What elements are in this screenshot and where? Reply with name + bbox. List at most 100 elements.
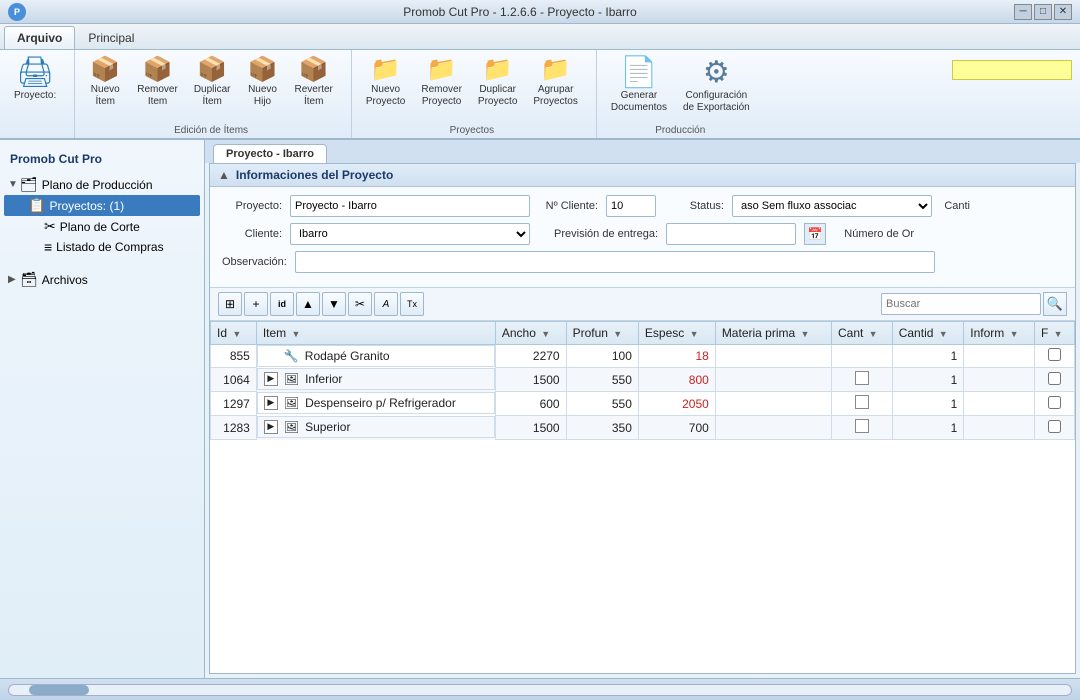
tb-cut-button[interactable]: ✂: [348, 292, 372, 316]
duplicar-item-button[interactable]: 📦 DuplicarÍtem: [188, 54, 237, 112]
reverter-item-button[interactable]: 📦 ReverterÍtem: [289, 54, 339, 112]
proyectos-icon: 📋: [28, 197, 45, 214]
cliente-select-wrapper: Ibarro: [290, 223, 530, 245]
imprimir-button[interactable]: 🖨 Proyecto:: [8, 54, 62, 106]
cant-checkbox[interactable]: [855, 419, 869, 433]
cliente-select[interactable]: Ibarro: [290, 223, 530, 245]
tb-copy-button[interactable]: A: [374, 292, 398, 316]
agrupar-proyectos-button[interactable]: 📁 AgruparProyectos: [527, 54, 583, 112]
table-row[interactable]: 1064▶🖼Inferior15005508001: [211, 368, 1075, 392]
col-cantid: Cantid ▼: [892, 322, 964, 345]
configuracion-exportacion-button[interactable]: ⚙ Configuraciónde Exportación: [677, 54, 756, 118]
sidebar-item-archivos[interactable]: ▶ 🗃 Archivos: [4, 269, 200, 290]
duplicar-item-icon: 📦: [197, 58, 227, 82]
cant-filter-icon[interactable]: ▼: [869, 329, 878, 339]
f-checkbox[interactable]: [1048, 348, 1061, 361]
menu-tab-arquivo[interactable]: Arquivo: [4, 26, 75, 49]
form-row-cliente: Cliente: Ibarro Previsión de entrega: 📅 …: [222, 223, 1063, 245]
table-row[interactable]: 855🔧Rodapé Granito2270100181: [211, 345, 1075, 368]
sidebar-item-plano-corte[interactable]: ✂ Plano de Corte: [4, 216, 200, 237]
plano-produccion-arrow: ▼: [8, 179, 20, 190]
nuevo-hijo-button[interactable]: 📦 NuevoHijo: [241, 54, 285, 112]
tb-paste-button[interactable]: Tx: [400, 292, 424, 316]
remover-item-button[interactable]: 📦 RemoverItem: [131, 54, 184, 112]
item-icon: 🖼: [284, 420, 299, 434]
plano-produccion-label: Plano de Producción: [42, 178, 153, 192]
prevision-date-button[interactable]: 📅: [804, 223, 826, 245]
tb-add-button[interactable]: +: [244, 292, 268, 316]
tb-down-button[interactable]: ▼: [322, 292, 346, 316]
generar-documentos-button[interactable]: 📄 GenerarDocumentos: [605, 54, 673, 118]
generar-documentos-label: GenerarDocumentos: [611, 90, 667, 114]
cell-item: 🔧Rodapé Granito: [257, 345, 495, 367]
doc-tab-proyecto[interactable]: Proyecto - Ibarro: [213, 144, 327, 163]
prevision-input[interactable]: [666, 223, 796, 245]
horizontal-scrollbar[interactable]: [8, 684, 1072, 696]
item-label: Despenseiro p/ Refrigerador: [305, 396, 456, 410]
expand-button[interactable]: ▶: [264, 372, 278, 386]
ancho-filter-icon[interactable]: ▼: [541, 329, 550, 339]
cantid-filter-icon[interactable]: ▼: [939, 329, 948, 339]
cant-checkbox[interactable]: [855, 395, 869, 409]
id-filter-icon[interactable]: ▼: [232, 329, 241, 339]
cell-ancho: 1500: [495, 368, 566, 392]
profun-filter-icon[interactable]: ▼: [613, 329, 622, 339]
nuevo-item-button[interactable]: 📦 NuevoÍtem: [83, 54, 127, 112]
duplicar-proyecto-icon: 📁: [483, 58, 513, 82]
cliente-num-input[interactable]: [606, 195, 656, 217]
f-checkbox[interactable]: [1048, 372, 1061, 385]
plano-corte-icon: ✂: [44, 218, 56, 235]
f-filter-icon[interactable]: ▼: [1054, 329, 1063, 339]
ribbon: 🖨 Proyecto: 📦 NuevoÍtem 📦 RemoverItem 📦 …: [0, 50, 1080, 140]
minimize-button[interactable]: ─: [1014, 4, 1032, 20]
ribbon-search-input[interactable]: [952, 60, 1072, 80]
materia-filter-icon[interactable]: ▼: [801, 329, 810, 339]
reverter-item-icon: 📦: [299, 58, 329, 82]
table-row[interactable]: 1283▶🖼Superior15003507001: [211, 416, 1075, 440]
expand-button[interactable]: ▶: [264, 396, 278, 410]
proyectos-section-label: Proyectos: [350, 125, 594, 136]
table-search-button[interactable]: 🔍: [1043, 292, 1067, 316]
inform-filter-icon[interactable]: ▼: [1010, 329, 1019, 339]
cell-cantid: 1: [892, 392, 964, 416]
cell-cant: [831, 392, 892, 416]
col-ancho: Ancho ▼: [495, 322, 566, 345]
sidebar-item-proyectos[interactable]: 📋 Proyectos: (1): [4, 195, 200, 216]
espesc-filter-icon[interactable]: ▼: [690, 329, 699, 339]
reverter-item-label: ReverterÍtem: [295, 84, 333, 108]
f-checkbox[interactable]: [1048, 396, 1061, 409]
duplicar-proyecto-button[interactable]: 📁 DuplicarProyecto: [472, 54, 523, 112]
menu-tab-principal[interactable]: Principal: [75, 26, 147, 49]
sidebar-item-listado-compras[interactable]: ≡ Listado de Compras: [4, 237, 200, 257]
observacion-input[interactable]: [295, 251, 935, 273]
canti-label: Canti: [940, 200, 970, 212]
f-checkbox[interactable]: [1048, 420, 1061, 433]
section-toggle-icon[interactable]: ▲: [218, 168, 230, 182]
table-header-row: Id ▼ Item ▼ Ancho ▼ Profun ▼ Espesc ▼ Ma…: [211, 322, 1075, 345]
close-button[interactable]: ✕: [1054, 4, 1072, 20]
ribbon-section-imprimir: 🖨 Proyecto:: [0, 50, 75, 138]
form-row-observacion: Observación:: [222, 251, 1063, 273]
item-label: Inferior: [305, 372, 342, 386]
remover-proyecto-button[interactable]: 📁 RemoverProyecto: [415, 54, 468, 112]
cell-id: 1064: [211, 368, 257, 392]
tb-grid-button[interactable]: ⊞: [218, 292, 242, 316]
nuevo-proyecto-button[interactable]: 📁 NuevoProyecto: [360, 54, 411, 112]
item-filter-icon[interactable]: ▼: [292, 329, 301, 339]
tb-up-button[interactable]: ▲: [296, 292, 320, 316]
expand-button[interactable]: ▶: [264, 420, 278, 434]
proyecto-input[interactable]: [290, 195, 530, 217]
table-body: 855🔧Rodapé Granito22701001811064 ▶ 🖼 Inferi…: [211, 345, 1075, 440]
restore-button[interactable]: □: [1034, 4, 1052, 20]
status-select[interactable]: aso Sem fluxo associac: [732, 195, 932, 217]
archivos-icon: 🗃: [20, 271, 38, 288]
cant-checkbox[interactable]: [855, 371, 869, 385]
ribbon-search-area: [944, 50, 1080, 138]
doc-tabs: Proyecto - Ibarro: [205, 140, 1080, 163]
app-logo: P: [8, 3, 26, 21]
tb-id-button[interactable]: id: [270, 292, 294, 316]
sidebar-item-plano-produccion[interactable]: ▼ 🗂 Plano de Producción: [4, 174, 200, 195]
table-row[interactable]: 1297▶🖼Despenseiro p/ Refrigerador6005502…: [211, 392, 1075, 416]
table-search-input[interactable]: [881, 293, 1041, 315]
cell-profun: 550: [566, 368, 638, 392]
